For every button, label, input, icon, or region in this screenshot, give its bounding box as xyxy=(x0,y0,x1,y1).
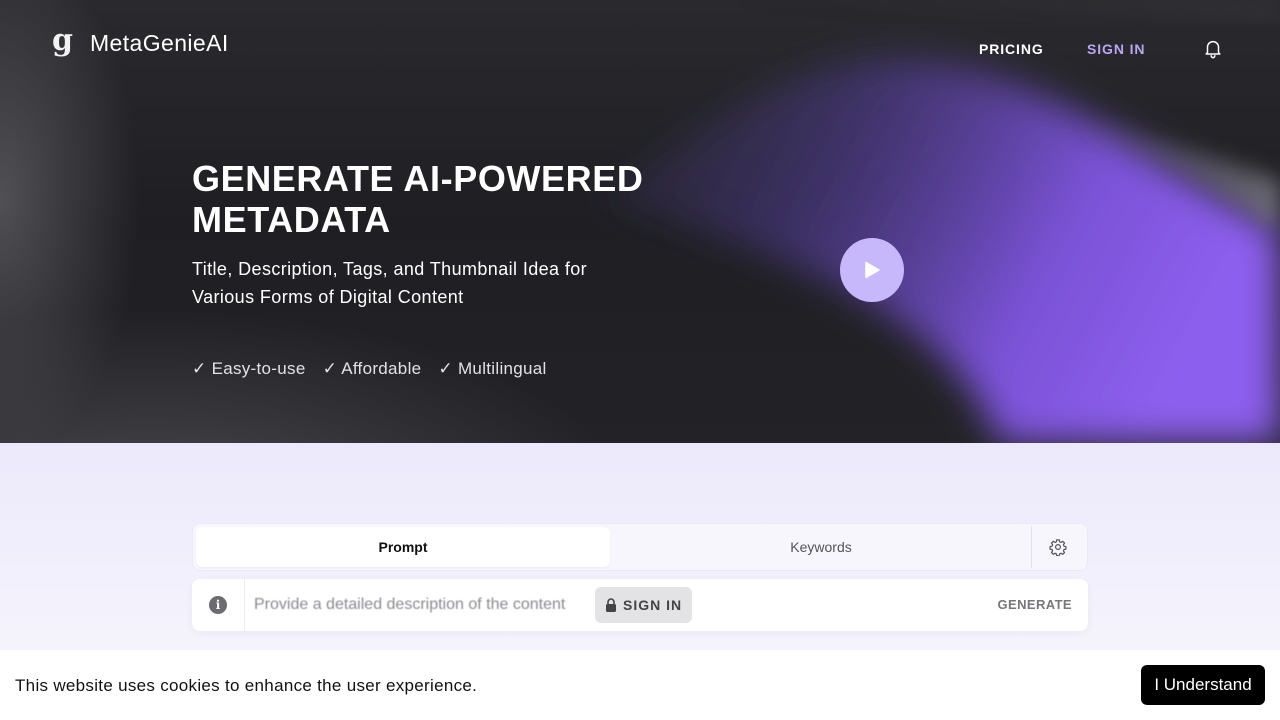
feature-item: ✓ Affordable xyxy=(322,359,422,378)
feature-item: ✓ Multilingual xyxy=(438,359,547,378)
logo-mark: g xyxy=(52,22,73,58)
tab-divider xyxy=(1031,526,1032,568)
play-icon xyxy=(865,261,880,279)
tab-prompt[interactable]: Prompt xyxy=(196,527,610,567)
cookie-accept-button[interactable]: I Understand xyxy=(1141,665,1265,705)
cookie-banner: This website uses cookies to enhance the… xyxy=(0,650,1280,720)
generate-button[interactable]: GENERATE xyxy=(998,597,1072,612)
play-video-button[interactable] xyxy=(840,238,904,302)
gear-icon[interactable] xyxy=(1049,538,1067,556)
input-divider xyxy=(244,579,245,631)
cookie-message: This website uses cookies to enhance the… xyxy=(15,676,478,695)
info-icon[interactable]: i xyxy=(209,596,227,614)
prompt-input[interactable] xyxy=(254,591,594,619)
sign-in-chip-label: SIGN IN xyxy=(623,597,683,613)
brand-name: MetaGenieAI xyxy=(90,30,229,56)
hero-subline: Title, Description, Tags, and Thumbnail … xyxy=(192,259,588,307)
feature-item: ✓ Easy-to-use xyxy=(192,359,306,378)
nav-pricing-link[interactable]: PRICING xyxy=(979,41,1044,57)
prompt-input-row: i SIGN IN GENERATE xyxy=(192,579,1088,631)
hero-headline: GENERATE AI-POWERED METADATA xyxy=(192,158,644,240)
feature-list: ✓ Easy-to-use ✓ Affordable ✓ Multilingua… xyxy=(192,359,547,379)
hero-section: g MetaGenieAI PRICING SIGN IN GENERATE A… xyxy=(0,0,1280,443)
nav-sign-in-link[interactable]: SIGN IN xyxy=(1087,41,1145,57)
tab-keywords[interactable]: Keywords xyxy=(613,527,1029,567)
sign-in-chip[interactable]: SIGN IN xyxy=(595,587,693,623)
lock-icon xyxy=(606,598,616,612)
bell-icon[interactable] xyxy=(1202,37,1224,59)
brand-logo[interactable]: g MetaGenieAI xyxy=(52,25,229,57)
mode-tabs: Prompt Keywords xyxy=(192,523,1088,571)
